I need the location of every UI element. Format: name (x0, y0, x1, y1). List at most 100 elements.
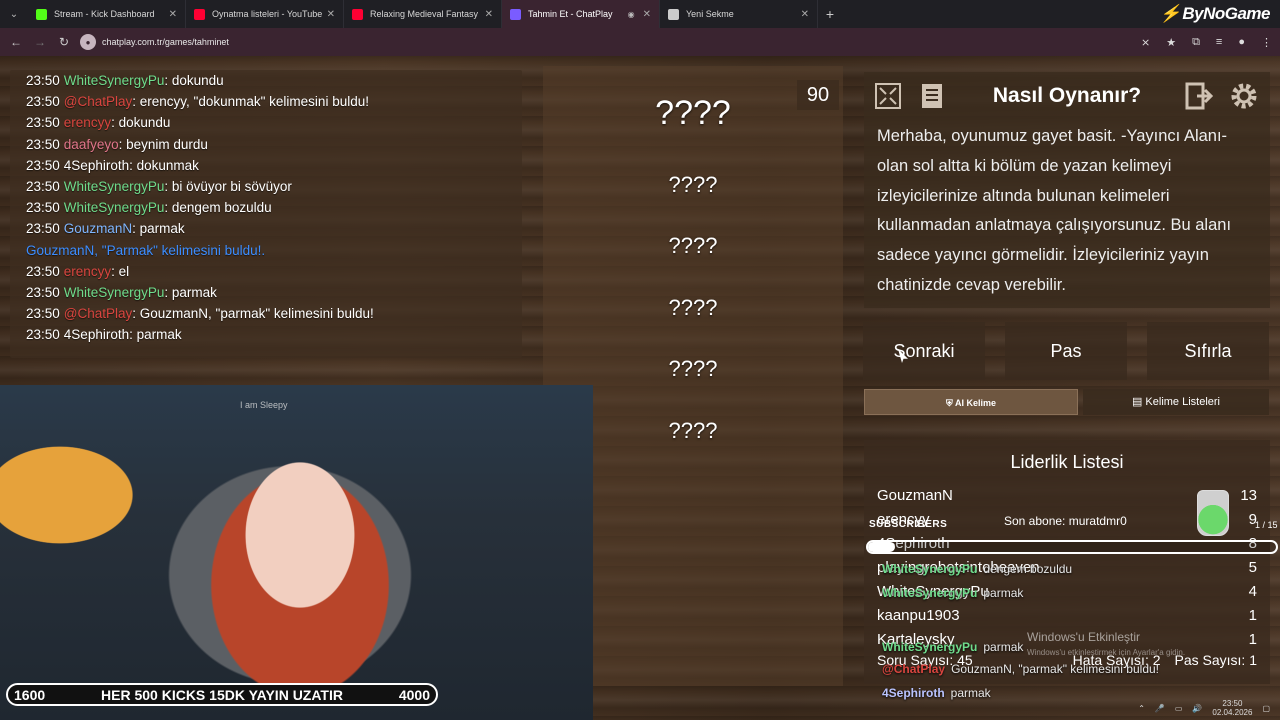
site-info-icon[interactable]: ● (80, 34, 96, 50)
chat-message: 23:50 erencyy: el (26, 261, 522, 282)
tab-recording-icon: ◉ (627, 9, 635, 19)
chat-username[interactable]: 4Sephiroth (64, 158, 129, 173)
leaderboard-row: kaanpu1903 1 (877, 607, 1257, 631)
subscriber-count: 1 / 15 (1255, 520, 1278, 530)
chat-message: 23:50 WhiteSynergyPu: bi övüyor bi sövüyo… (26, 176, 522, 197)
profile-icon[interactable]: ● (1238, 36, 1245, 48)
chat-username[interactable]: @ChatPlay (64, 94, 132, 109)
url-field[interactable]: ● chatplay.com.tr/games/tahminet (80, 31, 1160, 53)
chat-username[interactable]: @ChatPlay (64, 306, 132, 321)
chat-text: : beynim durdu (118, 136, 208, 152)
mic-icon[interactable]: 🎤 (1155, 704, 1165, 713)
back-icon[interactable]: ← (4, 35, 28, 49)
tab-search-icon[interactable]: ⌄ (0, 0, 28, 28)
forward-icon[interactable]: → (28, 35, 52, 49)
settings-gear-icon[interactable] (1228, 80, 1260, 112)
chat-text: : dokundu (164, 73, 224, 88)
chat-username[interactable]: GouzmanN (64, 221, 132, 236)
chat-username[interactable]: WhiteSynergyPu (64, 73, 165, 88)
browser-tab[interactable]: Relaxing Medieval Fantasy ✕ (344, 0, 502, 28)
browser-tab[interactable]: Stream - Kick Dashboard ✕ (28, 0, 186, 28)
browser-tab[interactable]: Oynatma listeleri - YouTube ✕ (186, 0, 344, 28)
browser-tab[interactable]: Yeni Sekme ✕ (660, 0, 818, 28)
system-clock[interactable]: 23:50 02.04.2026 (1212, 699, 1252, 717)
subscriber-jar-icon (1197, 490, 1229, 536)
chat-message: 23:50 @ChatPlay: erencyy, "dokunmak" keli… (26, 91, 522, 112)
tab-favicon-icon (36, 8, 47, 20)
address-bar: ← → ↻ ● chatplay.com.tr/games/tahminet ⨯… (0, 28, 1280, 56)
overlay-chat-message: @ChatPlay GouzmanN, "parmak" kelimesini b… (882, 662, 1159, 676)
windows-activate-notice: Windows'u Etkinleştir (1027, 630, 1140, 644)
word-lists-button[interactable]: ▤ Kelime Listeleri (1083, 389, 1269, 415)
tray-chevron-icon[interactable]: ⌃ (1138, 704, 1145, 713)
chat-message: 23:50 erencyy: dokundu (26, 112, 522, 133)
chat-username[interactable]: daafyeyo (64, 137, 119, 152)
volume-icon[interactable]: 🔊 (1192, 704, 1202, 713)
tab-title: Tahmin Et - ChatPlay (528, 9, 613, 19)
leaderboard-score: 1 (1248, 607, 1257, 624)
chat-message: 23:50 WhiteSynergyPu: dengem bozuldu (26, 197, 522, 218)
webcam-feed (0, 385, 593, 720)
chat-time: 23:50 (26, 221, 60, 237)
network-icon[interactable]: ▭ (1175, 704, 1183, 713)
chat-message: 23:50 WhiteSynergyPu: parmak (26, 282, 522, 303)
chat-time: 23:50 (26, 94, 60, 110)
overlay-chat-user: WhiteSynergyPu (882, 586, 978, 600)
extensions-icon[interactable]: ⧉ (1192, 36, 1200, 49)
chat-text: : dokundu (111, 115, 171, 131)
reset-button[interactable]: Sıfırla (1147, 322, 1269, 380)
overlay-chat-user: @ChatPlay (882, 662, 946, 676)
pass-count: Pas Sayısı: 1 (1174, 652, 1257, 668)
chat-username[interactable]: erencyy (64, 115, 111, 130)
overlay-chat-text: dengem bozuldu (983, 562, 1073, 576)
chat-username[interactable]: erencyy (64, 264, 111, 279)
chat-time: 23:50 (26, 284, 60, 300)
overlay-chat-text: GouzmanN, "parmak" kelimesini buldu! (951, 662, 1159, 676)
tab-close-icon[interactable]: ✕ (485, 9, 493, 20)
chat-text: : erencyy, "dokunmak" kelimesini buldu! (132, 94, 369, 110)
chat-message: 23:50 GouzmanN: parmak (26, 218, 522, 239)
bookmark-star-icon[interactable]: ★ (1166, 36, 1176, 49)
forbidden-word: ???? (668, 172, 718, 197)
leaderboard-name: GouzmanN (877, 487, 953, 504)
tab-close-icon[interactable]: ✕ (327, 9, 335, 20)
chat-username[interactable]: WhiteSynergyPu (64, 200, 165, 215)
notification-icon[interactable]: ▢ (1262, 704, 1270, 713)
tab-close-icon[interactable]: ✕ (643, 9, 651, 20)
overlay-chat-text: parmak (983, 586, 1024, 600)
how-to-play-text: Merhaba, oyunumuz gayet basit. -Yayıncı … (877, 127, 1232, 294)
tab-close-icon[interactable]: ✕ (169, 9, 177, 20)
exit-icon[interactable] (1184, 80, 1216, 112)
chat-username[interactable]: WhiteSynergyPu (64, 179, 165, 194)
menu-icon[interactable]: ⋮ (1261, 36, 1272, 49)
chat-username[interactable]: WhiteSynergyPu (64, 285, 165, 300)
windows-activate-subtext: Windows'u etkinleştirmek için Ayarlar'a … (1027, 648, 1186, 657)
chat-message: 23:50 4Sephiroth: dokunmak (26, 155, 522, 176)
chat-time: 23:50 (26, 178, 60, 194)
chat-time: 23:50 (26, 115, 60, 131)
browser-tab[interactable]: Tahmin Et - ChatPlay ◉ ✕ (502, 0, 660, 28)
chat-text: : parmak (129, 327, 182, 343)
system-taskbar: ⌃ 🎤 ▭ 🔊 23:50 02.04.2026 ▢ (600, 696, 1280, 720)
chat-time: 23:50 (26, 157, 60, 173)
forbidden-word: ???? (668, 295, 718, 320)
leaderboard-name: kaanpu1903 (877, 607, 960, 624)
media-icon[interactable]: ≡ (1216, 36, 1222, 48)
tab-close-icon[interactable]: ✕ (801, 9, 809, 20)
ai-word-button[interactable]: ⛨ AI Kelime (864, 389, 1078, 415)
chat-text: : parmak (132, 221, 185, 237)
next-button[interactable]: Sonraki (863, 322, 985, 380)
reload-icon[interactable]: ↻ (52, 35, 76, 49)
new-tab-button[interactable]: + (818, 6, 842, 22)
chat-panel: 23:50 WhiteSynergyPu: dokundu 23:50 @ChatPl… (10, 70, 522, 358)
chat-time: 23:50 (26, 200, 60, 216)
mute-icon[interactable]: ⨯ (1141, 36, 1150, 49)
chat-text: : el (111, 263, 130, 279)
overlay-chat-message: WhiteSynergyPu parmak (882, 586, 1023, 600)
shield-icon: ⛨ (946, 398, 955, 408)
browser-tab-bar: ⌄ Stream - Kick Dashboard ✕ Oynatma listel… (0, 0, 1280, 28)
kick-goal-start: 1600 (14, 686, 46, 703)
pass-button[interactable]: Pas (1005, 322, 1127, 380)
chat-username[interactable]: 4Sephiroth (64, 327, 129, 342)
tab-title: Relaxing Medieval Fantasy (370, 9, 479, 19)
